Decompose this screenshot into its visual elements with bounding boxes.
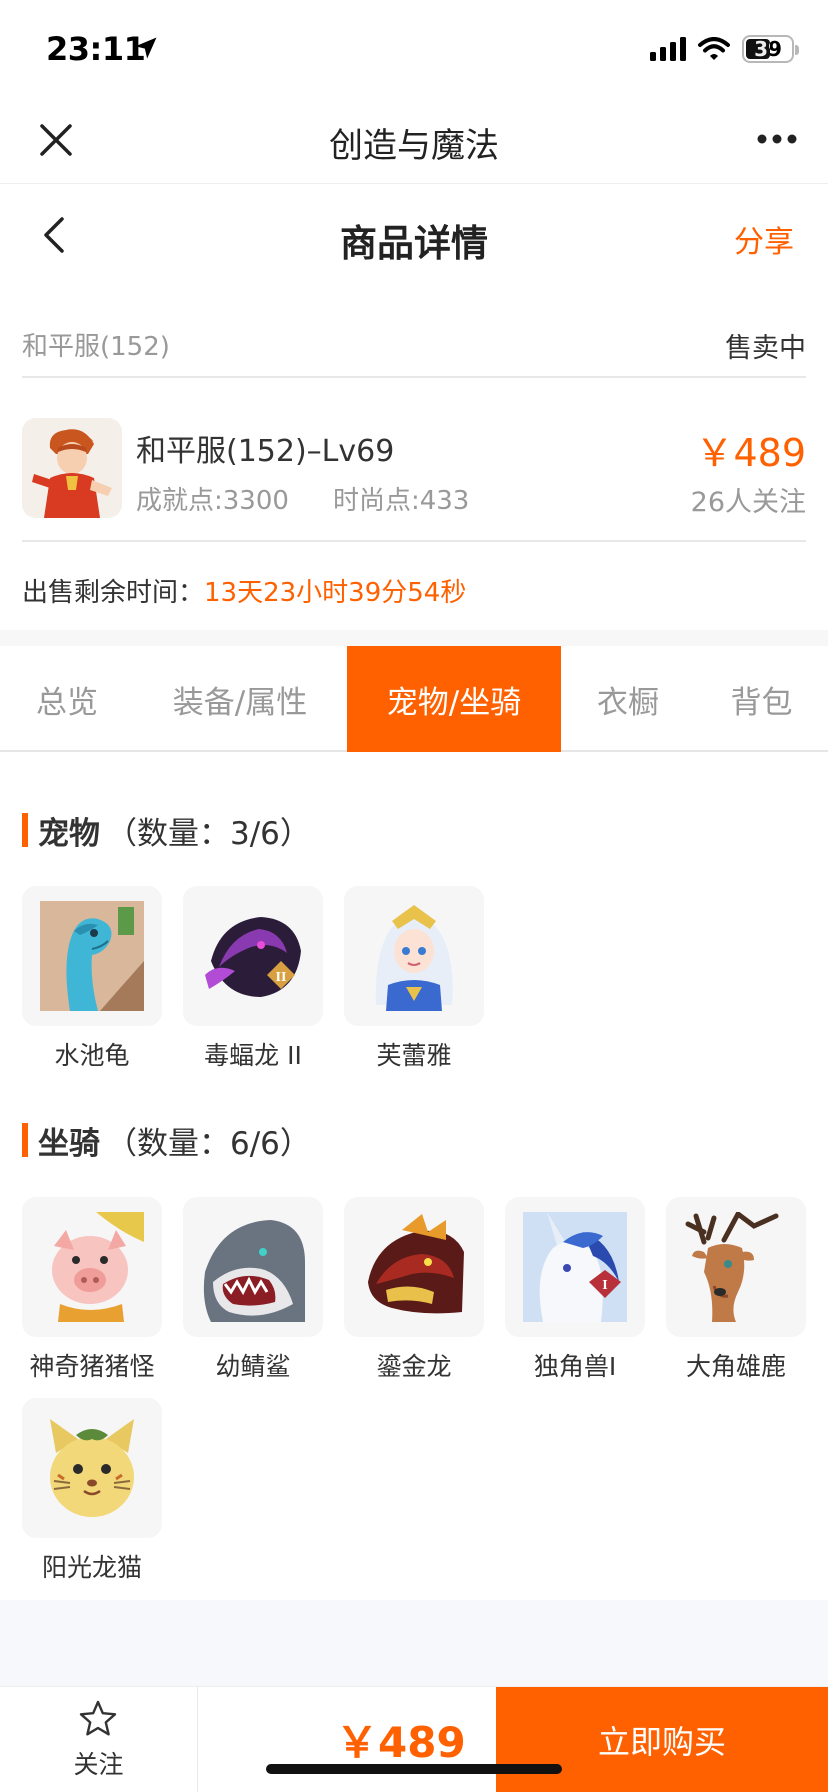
page-title: 商品详情 [340,222,488,265]
pet-item[interactable]: 水池龟 [22,886,162,1070]
mount-item[interactable]: 大角雄鹿 [666,1197,806,1381]
achievement-points: 成就点:3300 [136,486,289,516]
character-avatar [22,418,122,518]
pig-icon [22,1197,162,1337]
item-title: 和平服(152)–Lv69 [136,434,395,469]
home-indicator [266,1764,562,1774]
more-icon[interactable] [756,132,798,146]
mounts-count: （数量：6/6） [106,1125,311,1162]
remaining-time: 出售剩余时间：13天23小时39分54秒 [22,572,466,609]
app-header: 创造与魔法 [0,98,828,184]
detail-tabs: 总览 装备/属性 宠物/坐骑 衣橱 背包 [0,646,828,752]
mount-name: 独角兽I [533,1352,617,1381]
star-icon [79,1700,117,1736]
tab-pets-mounts[interactable]: 宠物/坐骑 [347,646,561,752]
bottom-price: ￥489 [336,1718,466,1767]
bottom-action-bar: 关注 ￥489 立即购买 [0,1686,828,1792]
content-end-band [0,1600,828,1686]
pet-item[interactable]: 芙蕾雅 [344,886,484,1070]
sale-status: 售卖中 [725,333,806,364]
mount-item[interactable]: 神奇猪猪怪 [22,1197,162,1381]
mount-name: 鎏金龙 [376,1352,452,1381]
svg-text:II: II [276,970,287,985]
status-time: 23:11 [46,30,146,68]
mount-name: 幼鲭鲨 [215,1352,291,1381]
remaining-time-value: 13天23小时39分54秒 [204,578,467,608]
battery-icon: 39 [742,35,799,63]
mount-item[interactable]: 幼鲭鲨 [183,1197,323,1381]
server-row: 和平服(152) 售卖中 [22,318,806,378]
cat-icon [22,1398,162,1538]
tab-wardrobe[interactable]: 衣橱 [561,646,695,752]
unicorn-icon: I [505,1197,645,1337]
pet-item[interactable]: II 毒蝠龙 II [183,886,323,1070]
buy-now-button[interactable]: 立即购买 [496,1687,828,1792]
pet-name: 水池龟 [54,1041,130,1070]
mount-name: 神奇猪猪怪 [29,1352,155,1381]
item-summary: 和平服(152)–Lv69 成就点:3300 时尚点:433 ￥489 26人关… [22,398,806,542]
mount-item[interactable]: 鎏金龙 [344,1197,484,1381]
battery-level: 39 [754,37,782,61]
pet-name: 毒蝠龙 II [204,1041,302,1070]
section-divider [0,630,828,646]
item-price: ￥489 [695,431,806,475]
pets-title: 宠物 [38,815,100,852]
shark-icon [183,1197,323,1337]
golden-dragon-icon [344,1197,484,1337]
deer-icon [666,1197,806,1337]
tab-equipment[interactable]: 装备/属性 [134,646,346,752]
fashion-points: 时尚点:433 [332,486,470,516]
fairy-icon [344,886,484,1026]
location-arrow-icon [135,37,157,59]
follow-label: 关注 [73,1750,124,1779]
follower-count: 26人关注 [690,487,806,518]
signal-icon [650,37,686,61]
pets-section-title: 宠物 （数量：3/6） [22,810,311,852]
page-header: 商品详情 分享 [0,185,828,285]
item-meta: 成就点:3300 时尚点:433 [136,480,469,517]
pet-name: 芙蕾雅 [376,1041,452,1070]
mounts-title: 坐骑 [38,1125,100,1162]
server-name: 和平服(152) [22,332,170,362]
mount-name: 阳光龙猫 [41,1553,142,1582]
dragon-icon: II [183,886,323,1026]
mount-item[interactable]: 阳光龙猫 [22,1398,162,1582]
mounts-section-title: 坐骑 （数量：6/6） [22,1120,311,1162]
svg-text:I: I [602,1278,607,1293]
share-button[interactable]: 分享 [734,217,794,261]
remaining-time-label: 出售剩余时间： [22,578,205,608]
mount-name: 大角雄鹿 [685,1352,786,1381]
tab-overview[interactable]: 总览 [0,646,134,752]
wifi-icon [698,37,730,60]
follow-button[interactable]: 关注 [0,1687,198,1792]
turtle-icon [22,886,162,1026]
mount-item[interactable]: I 独角兽I [505,1197,645,1381]
tab-backpack[interactable]: 背包 [695,646,828,752]
status-indicators: 39 [650,32,799,66]
status-bar: 23:11 39 [0,0,828,100]
pets-count: （数量：3/6） [106,815,311,852]
app-title: 创造与魔法 [329,126,499,166]
